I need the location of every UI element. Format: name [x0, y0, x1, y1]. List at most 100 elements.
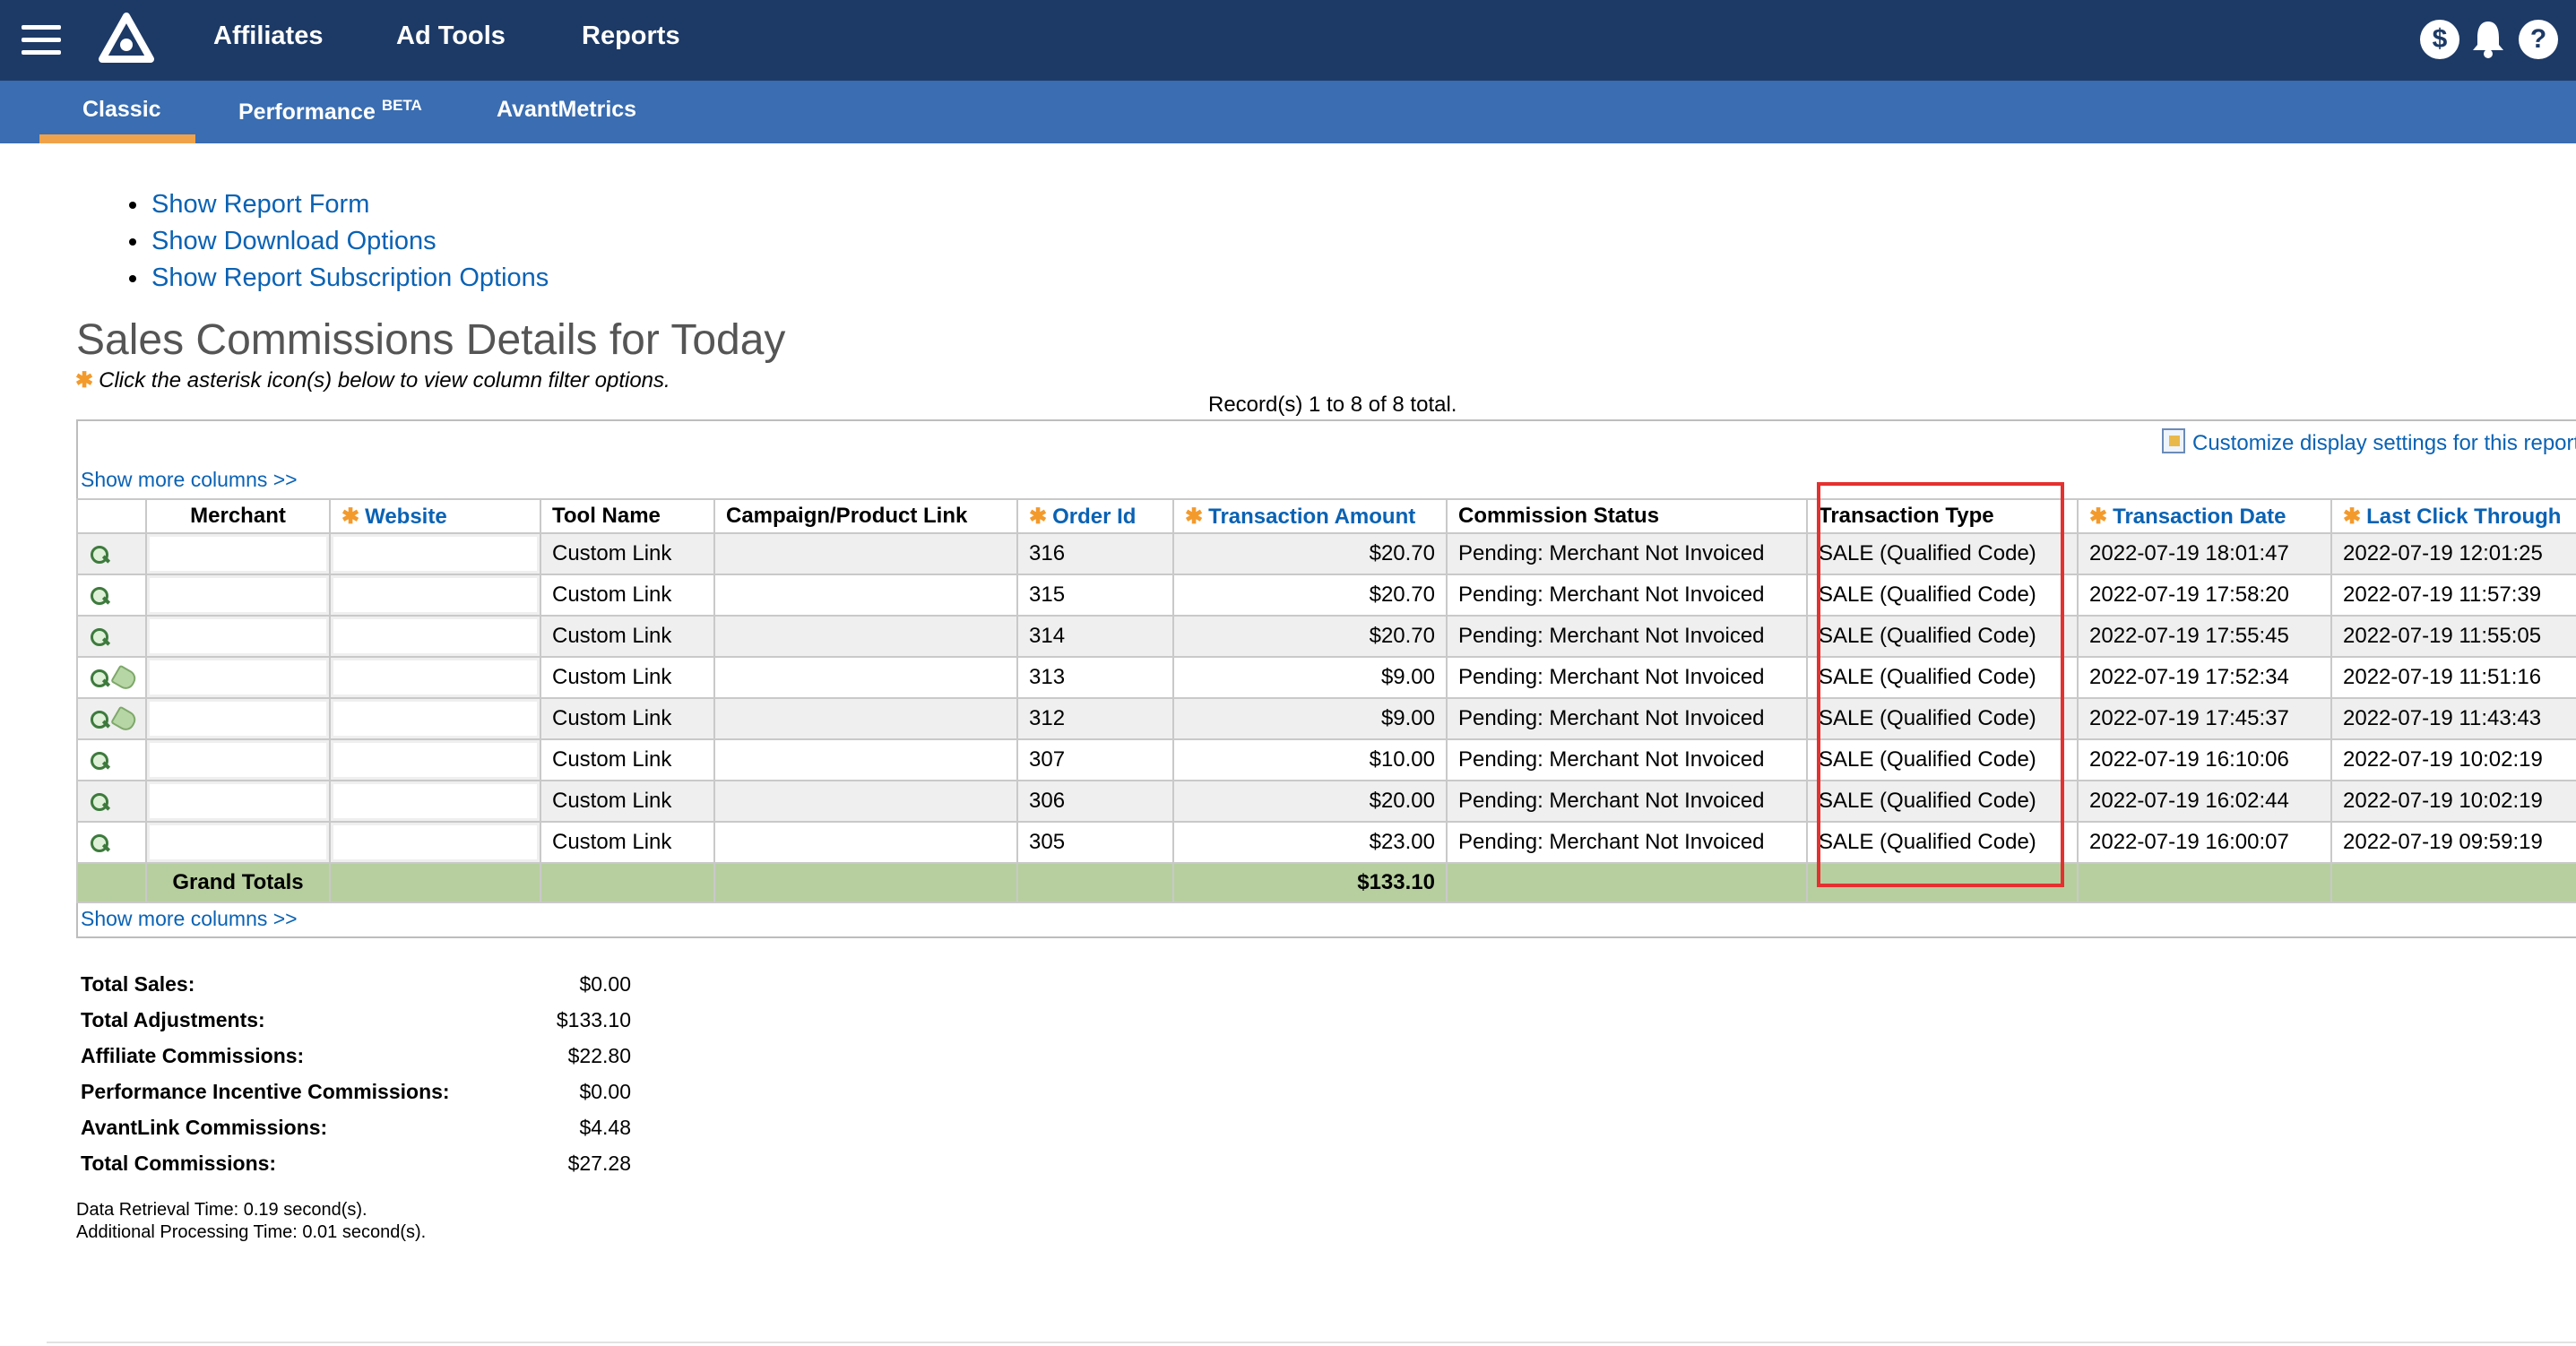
order-id-cell: 307: [1016, 738, 1174, 781]
header-transaction-date[interactable]: ✱ Transaction Date: [2077, 498, 2332, 534]
view-details-icon[interactable]: [89, 544, 110, 565]
order-id-cell: 305: [1016, 821, 1174, 864]
table-row: Custom Link 305 $23.00 Pending: Merchant No…: [76, 821, 2576, 864]
footer-divider: [47, 1342, 2576, 1343]
summary-value: $4.48: [579, 1115, 631, 1139]
summary-value: $0.00: [579, 1079, 631, 1103]
nav-ad-tools[interactable]: Ad Tools: [396, 22, 506, 51]
order-id-cell: 312: [1016, 697, 1174, 740]
show-more-columns-link-top[interactable]: Show more columns >>: [81, 468, 298, 492]
view-details-icon[interactable]: [89, 668, 110, 689]
transaction-date-cell: 2022-07-19 17:45:37: [2077, 697, 2332, 740]
transaction-amount-cell: $20.00: [1172, 780, 1448, 823]
transaction-type-cell: SALE (Qualified Code): [1806, 697, 2079, 740]
summary-label: Total Sales:: [81, 971, 195, 996]
header-transaction-amount-label: Transaction Amount: [1208, 504, 1416, 529]
tab-classic[interactable]: Classic: [82, 97, 161, 123]
show-download-options-link[interactable]: Show Download Options: [125, 223, 549, 260]
tool-name-cell: Custom Link: [540, 780, 715, 823]
commission-status-cell: Pending: Merchant Not Invoiced: [1446, 697, 1808, 740]
grand-total-amount: $133.10: [1172, 862, 1448, 903]
beta-badge: BETA: [381, 97, 422, 114]
tool-name-cell: Custom Link: [540, 697, 715, 740]
transaction-type-cell: SALE (Qualified Code): [1806, 738, 2079, 781]
help-icon[interactable]: ?: [2519, 20, 2558, 59]
campaign-product-link-cell: [713, 697, 1018, 740]
tab-avantmetrics[interactable]: AvantMetrics: [497, 97, 636, 123]
order-id-cell: 315: [1016, 574, 1174, 617]
row-actions-cell: [76, 656, 147, 699]
view-details-icon[interactable]: [89, 585, 110, 607]
customize-display-text: Customize display settings for this repo…: [2192, 431, 2576, 455]
customize-display-link[interactable]: Customize display settings for this repo…: [2162, 428, 2576, 456]
totals-empty-cell: [2077, 862, 2332, 903]
summary-row: Affiliate Commissions: $22.80: [81, 1038, 631, 1074]
show-report-subscription-options-link[interactable]: Show Report Subscription Options: [125, 260, 549, 297]
transaction-amount-cell: $20.70: [1172, 532, 1448, 575]
summary-label: Affiliate Commissions:: [81, 1043, 305, 1067]
asterisk-filter-icon[interactable]: ✱: [2343, 505, 2361, 529]
summary-row: AvantLink Commissions: $4.48: [81, 1109, 631, 1145]
website-cell: [329, 615, 541, 658]
tab-performance[interactable]: Performance BETA: [238, 97, 422, 125]
merchant-cell: [145, 532, 331, 575]
merchant-cell: [145, 615, 331, 658]
totals-empty-cell: [1016, 862, 1174, 903]
coupon-tag-icon[interactable]: [110, 664, 139, 693]
tool-name-cell: Custom Link: [540, 656, 715, 699]
totals-empty-cell: [1806, 862, 2079, 903]
transaction-date-cell: 2022-07-19 17:58:20: [2077, 574, 2332, 617]
table-row: Custom Link 312 $9.00 Pending: Merchant Not…: [76, 697, 2576, 740]
transaction-type-cell: SALE (Qualified Code): [1806, 656, 2079, 699]
merchant-cell: [145, 574, 331, 617]
asterisk-filter-icon[interactable]: ✱: [1185, 505, 1203, 529]
last-click-through-cell: 2022-07-19 12:01:25: [2330, 532, 2576, 575]
transaction-amount-cell: $20.70: [1172, 574, 1448, 617]
hamburger-menu-icon[interactable]: [22, 25, 61, 56]
header-transaction-amount[interactable]: ✱ Transaction Amount: [1172, 498, 1448, 534]
asterisk-filter-icon[interactable]: ✱: [2089, 505, 2107, 529]
view-details-icon[interactable]: [89, 833, 110, 854]
header-website-label: Website: [365, 504, 447, 529]
view-details-icon[interactable]: [89, 750, 110, 772]
header-last-click-through-label: Last Click Through: [2366, 504, 2562, 529]
additional-processing-time: Additional Processing Time: 0.01 second(…: [76, 1222, 427, 1242]
header-website[interactable]: ✱ Website: [329, 498, 541, 534]
asterisk-icon: ✱: [75, 368, 94, 393]
active-tab-indicator: [39, 134, 195, 143]
dollar-icon[interactable]: $: [2420, 20, 2459, 59]
row-actions-cell: [76, 738, 147, 781]
last-click-through-cell: 2022-07-19 11:55:05: [2330, 615, 2576, 658]
view-details-icon[interactable]: [89, 626, 110, 648]
header-last-click-through[interactable]: ✱ Last Click Through: [2330, 498, 2576, 534]
coupon-tag-icon[interactable]: [110, 705, 139, 734]
show-report-form-link[interactable]: Show Report Form: [125, 186, 549, 223]
campaign-product-link-cell: [713, 780, 1018, 823]
view-details-icon[interactable]: [89, 709, 110, 730]
records-count: Record(s) 1 to 8 of 8 total.: [1208, 393, 1457, 417]
view-details-icon[interactable]: [89, 791, 110, 813]
nav-reports[interactable]: Reports: [582, 22, 680, 51]
sub-nav-bar: Classic Performance BETA AvantMetrics: [0, 81, 2576, 143]
table-header-row: Merchant ✱ Website Tool Name Campaign/Pro…: [76, 498, 2576, 534]
bell-icon[interactable]: [2470, 18, 2506, 59]
header-order-id[interactable]: ✱ Order Id: [1016, 498, 1174, 534]
transaction-amount-cell: $9.00: [1172, 656, 1448, 699]
website-cell: [329, 821, 541, 864]
tab-avantmetrics-label: AvantMetrics: [497, 97, 637, 122]
website-cell: [329, 532, 541, 575]
campaign-product-link-cell: [713, 574, 1018, 617]
transaction-amount-cell: $9.00: [1172, 697, 1448, 740]
transaction-type-cell: SALE (Qualified Code): [1806, 821, 2079, 864]
tool-name-cell: Custom Link: [540, 574, 715, 617]
asterisk-filter-icon[interactable]: ✱: [341, 505, 359, 529]
summary-row: Total Sales: $0.00: [81, 966, 631, 1002]
last-click-through-cell: 2022-07-19 10:02:19: [2330, 780, 2576, 823]
avantlink-logo[interactable]: [99, 13, 154, 65]
show-more-columns-link-bottom[interactable]: Show more columns >>: [81, 907, 298, 931]
grand-totals-row: Grand Totals $133.10: [76, 862, 2576, 903]
header-commission-status: Commission Status: [1446, 498, 1808, 534]
last-click-through-cell: 2022-07-19 11:57:39: [2330, 574, 2576, 617]
nav-affiliates[interactable]: Affiliates: [213, 22, 323, 51]
asterisk-filter-icon[interactable]: ✱: [1029, 505, 1047, 529]
